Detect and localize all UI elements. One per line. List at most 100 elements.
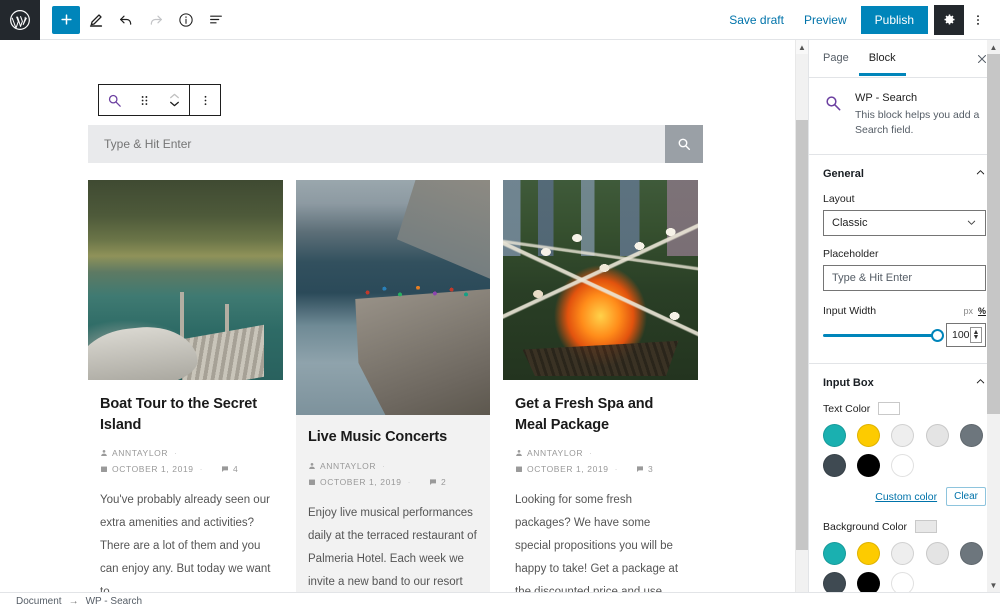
tab-page[interactable]: Page bbox=[813, 41, 859, 76]
input-width-number[interactable]: 100 ▲ ▼ bbox=[946, 323, 986, 348]
post-title[interactable]: Boat Tour to the Secret Island bbox=[100, 394, 271, 435]
chevron-up-icon[interactable] bbox=[975, 167, 986, 181]
post-meta: ANNTAYLOR · OCTOBER 1, 2019 · bbox=[100, 445, 271, 477]
post-thumbnail-campfire bbox=[503, 180, 698, 380]
slider-thumb[interactable] bbox=[931, 328, 944, 342]
text-custom-color-link[interactable]: Custom color bbox=[875, 491, 937, 503]
calendar-icon bbox=[308, 478, 316, 486]
background-color-current-swatch[interactable] bbox=[915, 520, 938, 534]
redo-icon[interactable] bbox=[142, 6, 170, 34]
search-magnifier-icon bbox=[823, 92, 845, 138]
panel-general: General Layout Classic Placeholder Type … bbox=[809, 155, 1000, 365]
swatch-white[interactable] bbox=[891, 454, 915, 478]
swatch-yellow[interactable] bbox=[857, 542, 881, 566]
search-icon[interactable] bbox=[665, 125, 703, 163]
input-width-label: Input Width bbox=[823, 305, 877, 318]
wp-search-block[interactable] bbox=[88, 125, 703, 163]
sidebar-scrollbar[interactable]: ▲ ▼ bbox=[987, 40, 1000, 592]
post-comments: 4 bbox=[221, 461, 238, 477]
unit-percent[interactable]: % bbox=[978, 306, 986, 316]
panel-general-title: General bbox=[823, 168, 864, 181]
publish-button[interactable]: Publish bbox=[860, 5, 928, 34]
swatch-mid-gray[interactable] bbox=[959, 424, 983, 448]
drag-handle-icon[interactable] bbox=[129, 85, 159, 115]
tab-block[interactable]: Block bbox=[858, 41, 906, 76]
sidebar-scroll-thumb[interactable] bbox=[987, 54, 1000, 414]
swatch-slate[interactable] bbox=[823, 572, 846, 592]
unit-toggle[interactable]: px % bbox=[963, 306, 986, 316]
editor-canvas: Boat Tour to the Secret Island ANNTAYLOR… bbox=[0, 40, 795, 592]
list-view-icon[interactable] bbox=[202, 6, 230, 34]
meta-separator: · bbox=[199, 464, 204, 475]
post-card[interactable]: Boat Tour to the Secret Island ANNTAYLOR… bbox=[88, 180, 283, 592]
kebab-menu-icon[interactable] bbox=[190, 85, 220, 115]
comment-icon bbox=[636, 465, 644, 473]
post-card-body: Live Music Concerts ANNTAYLOR · OCTOBER … bbox=[296, 415, 490, 592]
layout-select[interactable]: Classic bbox=[823, 210, 986, 237]
placeholder-input[interactable] bbox=[823, 265, 986, 292]
scroll-down-icon[interactable]: ▼ bbox=[987, 578, 1000, 592]
meta-separator: · bbox=[614, 464, 619, 475]
swatch-teal[interactable] bbox=[823, 542, 846, 566]
post-comment-count: 4 bbox=[233, 464, 239, 475]
post-title[interactable]: Live Music Concerts bbox=[308, 427, 478, 448]
canvas-scrollbar[interactable]: ▲ bbox=[795, 40, 809, 592]
scroll-up-icon[interactable]: ▲ bbox=[987, 40, 1000, 54]
post-comment-count: 3 bbox=[648, 464, 654, 475]
input-width-row: Input Width px % bbox=[823, 305, 986, 317]
number-stepper-icon[interactable]: ▲ ▼ bbox=[969, 327, 983, 344]
post-comment-count: 2 bbox=[441, 476, 447, 487]
background-color-label: Background Color bbox=[823, 520, 908, 533]
unit-px[interactable]: px bbox=[963, 306, 973, 316]
post-title[interactable]: Get a Fresh Spa and Meal Package bbox=[515, 394, 686, 435]
swatch-slate[interactable] bbox=[823, 454, 846, 478]
editor-top-bar: Save draft Preview Publish bbox=[0, 0, 1000, 40]
post-card-body: Boat Tour to the Secret Island ANNTAYLOR… bbox=[88, 380, 283, 592]
add-block-icon[interactable] bbox=[52, 5, 80, 34]
breadcrumb-document[interactable]: Document bbox=[16, 596, 62, 607]
swatch-gray[interactable] bbox=[925, 424, 949, 448]
edit-pencil-icon[interactable] bbox=[82, 6, 110, 34]
placeholder-label: Placeholder bbox=[823, 248, 879, 261]
comment-icon bbox=[429, 478, 437, 486]
input-width-control: 100 ▲ ▼ bbox=[823, 323, 986, 348]
panel-input-box-header[interactable]: Input Box bbox=[823, 376, 986, 390]
scroll-up-icon[interactable]: ▲ bbox=[796, 40, 808, 54]
text-color-clear-button[interactable]: Clear bbox=[946, 487, 986, 507]
swatch-black[interactable] bbox=[857, 454, 881, 478]
swatch-white[interactable] bbox=[891, 572, 915, 592]
swatch-light-gray[interactable] bbox=[891, 424, 915, 448]
block-info-card: WP - Search This block helps you add a S… bbox=[809, 78, 1000, 156]
kebab-menu-icon[interactable] bbox=[964, 5, 992, 35]
calendar-icon bbox=[515, 465, 523, 473]
post-author: ANNTAYLOR bbox=[527, 448, 584, 459]
breadcrumb-block[interactable]: WP - Search bbox=[86, 596, 143, 607]
wordpress-logo-icon[interactable] bbox=[0, 0, 40, 40]
move-up-down-icon[interactable] bbox=[159, 85, 189, 115]
meta-separator: · bbox=[407, 476, 412, 487]
undo-icon[interactable] bbox=[112, 6, 140, 34]
panel-general-header[interactable]: General bbox=[823, 167, 986, 181]
post-card[interactable]: Live Music Concerts ANNTAYLOR · OCTOBER … bbox=[296, 180, 490, 592]
post-date: OCTOBER 1, 2019 bbox=[527, 464, 609, 475]
chevron-up-icon[interactable] bbox=[975, 376, 986, 390]
save-draft-button[interactable]: Save draft bbox=[719, 7, 794, 33]
swatch-black[interactable] bbox=[857, 572, 881, 592]
post-date: OCTOBER 1, 2019 bbox=[320, 476, 402, 487]
text-color-label: Text Color bbox=[823, 402, 871, 415]
input-width-slider[interactable] bbox=[823, 328, 944, 342]
swatch-teal[interactable] bbox=[823, 424, 846, 448]
swatch-light-gray[interactable] bbox=[891, 542, 915, 566]
gear-icon[interactable] bbox=[934, 4, 964, 35]
swatch-yellow[interactable] bbox=[857, 424, 881, 448]
swatch-mid-gray[interactable] bbox=[959, 542, 983, 566]
preview-button[interactable]: Preview bbox=[794, 7, 857, 33]
search-input[interactable] bbox=[88, 125, 665, 163]
text-color-current-swatch[interactable] bbox=[878, 402, 901, 416]
breadcrumb: Document → WP - Search bbox=[0, 592, 1000, 610]
info-icon[interactable] bbox=[172, 6, 200, 34]
swatch-gray[interactable] bbox=[925, 542, 949, 566]
post-card[interactable]: Get a Fresh Spa and Meal Package ANNTAYL… bbox=[503, 180, 698, 592]
search-magnifier-icon[interactable] bbox=[99, 85, 129, 115]
sidebar-tabs: Page Block bbox=[809, 40, 1000, 78]
